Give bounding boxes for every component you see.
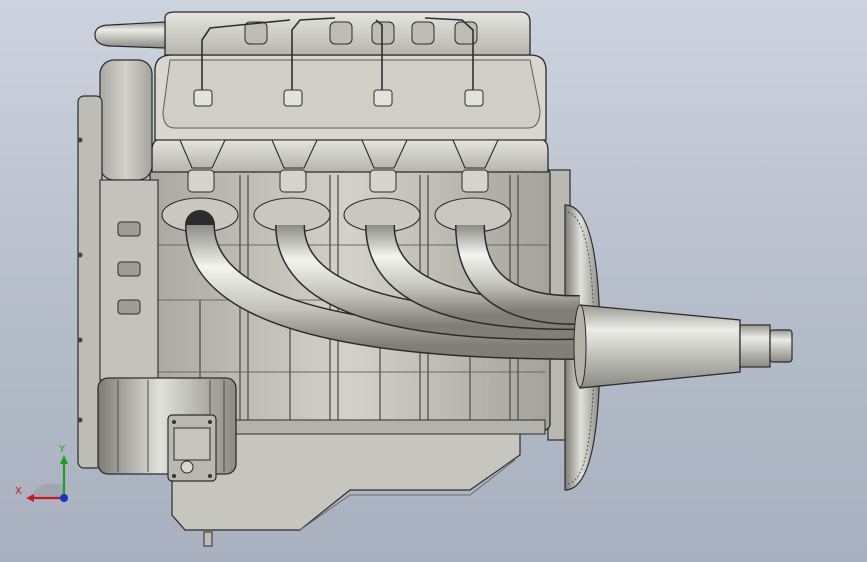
alternator (97, 377, 237, 482)
graphics-viewport[interactable]: X Y (0, 0, 867, 562)
y-axis-arrow (60, 455, 68, 464)
x-axis-label: X (15, 486, 22, 497)
exhaust-collector (573, 304, 793, 389)
y-axis-label: Y (58, 444, 66, 455)
intake-manifold (94, 11, 531, 56)
engine-model[interactable] (0, 0, 867, 562)
coordinate-triad: X Y (15, 444, 68, 502)
z-axis-dot (60, 494, 68, 502)
x-axis-arrow (26, 494, 34, 502)
